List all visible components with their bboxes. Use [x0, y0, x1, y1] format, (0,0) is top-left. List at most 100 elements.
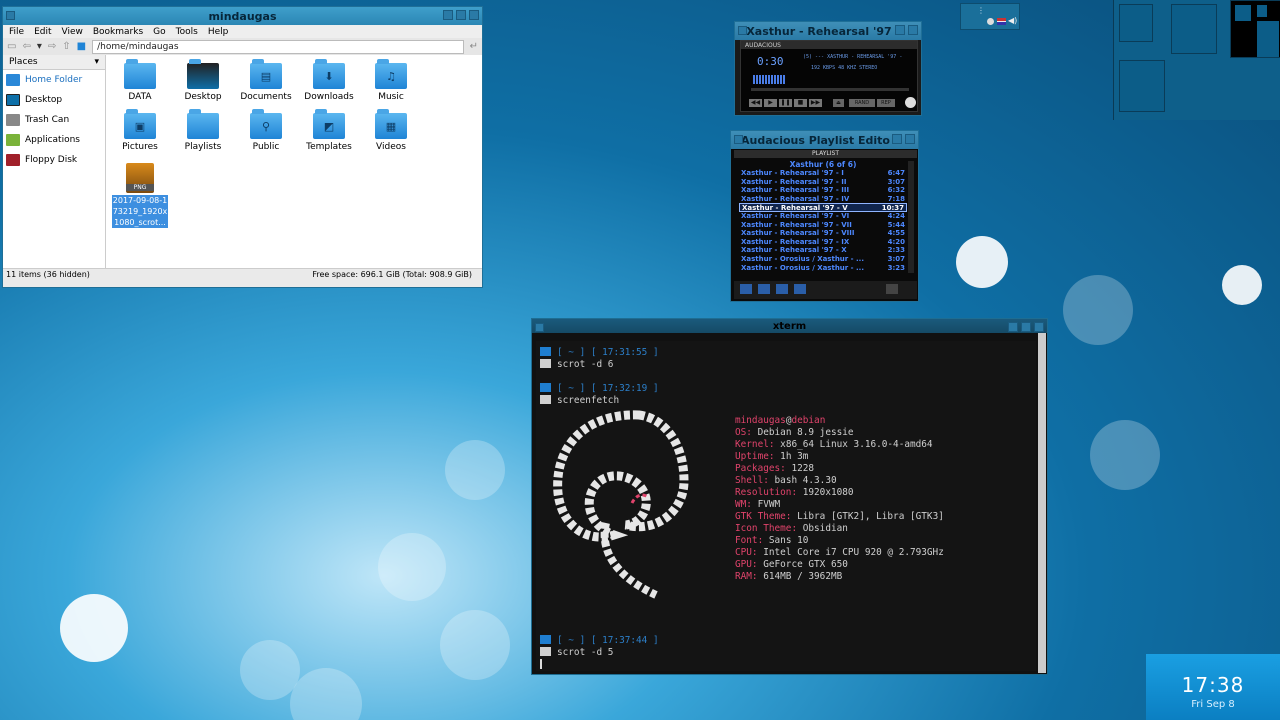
- visualizer[interactable]: [753, 75, 785, 84]
- window-menu-icon[interactable]: [734, 135, 743, 144]
- previous-button[interactable]: ◀◀: [749, 99, 762, 107]
- playlist-row[interactable]: Xasthur - Orosius / Xasthur - ... 3:23: [739, 264, 907, 273]
- minimize-icon[interactable]: [892, 134, 902, 144]
- playlist-row-selected[interactable]: Xasthur - Rehearsal '97 - V 10:37: [739, 203, 907, 212]
- back-icon[interactable]: ⇦: [22, 41, 30, 52]
- playlist-row[interactable]: Xasthur - Rehearsal '97 - III 6:32: [739, 186, 907, 195]
- playlist-row[interactable]: Xasthur - Rehearsal '97 - X 2:33: [739, 246, 907, 255]
- folder-item[interactable]: Desktop: [171, 59, 235, 102]
- audacious-window[interactable]: Xasthur - Rehearsal '97 AUDACIOUS 0:30 (…: [734, 21, 922, 116]
- playlist-window[interactable]: Audacious Playlist Edito PLAYLIST Xasthu…: [730, 130, 919, 302]
- sidebar-item-desktop[interactable]: Desktop: [3, 90, 105, 110]
- menu-bookmarks[interactable]: Bookmarks: [93, 27, 143, 37]
- sidebar-item-applications[interactable]: Applications: [3, 130, 105, 150]
- chevron-down-icon[interactable]: ▾: [94, 57, 99, 67]
- user-name: mindaugas: [735, 415, 786, 426]
- menu-help[interactable]: Help: [208, 27, 229, 37]
- minimize-icon[interactable]: [895, 25, 905, 35]
- forward-icon[interactable]: ⇨: [48, 41, 56, 52]
- add-button[interactable]: [740, 284, 752, 294]
- shuffle-button[interactable]: RAND: [849, 99, 875, 107]
- sidebar-item-floppy[interactable]: Floppy Disk: [3, 150, 105, 170]
- desktop-pager[interactable]: [1113, 0, 1280, 120]
- close-icon[interactable]: [1034, 322, 1044, 332]
- audacious-titlebar[interactable]: Xasthur - Rehearsal '97: [735, 22, 921, 40]
- logo-icon[interactable]: [905, 97, 916, 108]
- home-icon[interactable]: ■: [77, 41, 86, 52]
- playlist-row[interactable]: Xasthur - Rehearsal '97 - IV 7:18: [739, 195, 907, 204]
- list-button[interactable]: [886, 284, 898, 294]
- clock-widget[interactable]: 17:38 Fri Sep 8: [1146, 654, 1280, 720]
- playlist-row[interactable]: Xasthur - Rehearsal '97 - VI 4:24: [739, 212, 907, 221]
- pager-desk-active[interactable]: [1230, 0, 1280, 58]
- misc-button[interactable]: [794, 284, 806, 294]
- menu-edit[interactable]: Edit: [34, 27, 51, 37]
- file-manager-window[interactable]: mindaugas File Edit View Bookmarks Go To…: [2, 6, 483, 288]
- minimize-icon[interactable]: [1008, 322, 1018, 332]
- folder-item[interactable]: ▦ Videos: [359, 109, 423, 152]
- file-item-selected[interactable]: PNG 2017-09-08-1 73219_1920x 1080_scrot.…: [108, 163, 172, 228]
- maximize-icon[interactable]: [456, 10, 466, 20]
- pager-desk[interactable]: [1119, 4, 1153, 42]
- repeat-button[interactable]: REP: [877, 99, 895, 107]
- tray-grip-icon[interactable]: ⋮: [977, 6, 985, 15]
- maximize-icon[interactable]: [1021, 322, 1031, 332]
- pause-button[interactable]: ❚❚: [779, 99, 792, 107]
- menu-view[interactable]: View: [62, 27, 83, 37]
- playlist-titlebar[interactable]: Audacious Playlist Edito: [731, 131, 918, 149]
- playlist-row[interactable]: Xasthur - Rehearsal '97 - VII 5:44: [739, 221, 907, 230]
- minimize-icon[interactable]: [443, 10, 453, 20]
- tray-status-icon[interactable]: [987, 18, 994, 25]
- close-icon[interactable]: [905, 134, 915, 144]
- seek-bar[interactable]: [751, 88, 909, 91]
- up-icon[interactable]: ⇧: [62, 41, 70, 52]
- remove-button[interactable]: [758, 284, 770, 294]
- terminal-area[interactable]: [ ~ ] [ 17:31:55 ] scrot -d 6 [ ~ ] [ 17…: [536, 341, 1036, 671]
- playlist-row[interactable]: Xasthur - Rehearsal '97 - VIII 4:55: [739, 229, 907, 238]
- folder-item[interactable]: ⬇ Downloads: [297, 59, 361, 102]
- flag-icon[interactable]: [997, 18, 1006, 25]
- folder-item[interactable]: ▤ Documents: [234, 59, 298, 102]
- menu-file[interactable]: File: [9, 27, 24, 37]
- window-menu-icon[interactable]: [738, 26, 747, 35]
- playlist-row[interactable]: Xasthur - Rehearsal '97 - II 3:07: [739, 178, 907, 187]
- select-button[interactable]: [776, 284, 788, 294]
- sidebar-item-trash[interactable]: Trash Can: [3, 110, 105, 130]
- go-icon[interactable]: ↵: [470, 41, 478, 52]
- window-menu-icon[interactable]: [6, 11, 15, 20]
- time-display[interactable]: 0:30: [757, 55, 784, 68]
- folder-item[interactable]: DATA: [108, 59, 172, 102]
- window-menu-icon[interactable]: [535, 323, 544, 332]
- playlist-row[interactable]: Xasthur - Orosius / Xasthur - ... 3:07: [739, 255, 907, 264]
- next-button[interactable]: ▶▶: [809, 99, 822, 107]
- eject-button[interactable]: ⏏: [833, 99, 844, 107]
- stop-button[interactable]: ■: [794, 99, 807, 107]
- folder-item[interactable]: ▣ Pictures: [108, 109, 172, 152]
- folder-item[interactable]: ⚲ Public: [234, 109, 298, 152]
- menu-tools[interactable]: Tools: [176, 27, 198, 37]
- close-icon[interactable]: [469, 10, 479, 20]
- places-header[interactable]: Places ▾: [3, 55, 105, 70]
- pager-desk[interactable]: [1119, 60, 1165, 112]
- playlist-row[interactable]: Xasthur - Rehearsal '97 - IX 4:20: [739, 238, 907, 247]
- terminal-scrollbar[interactable]: [1038, 333, 1046, 673]
- location-bar[interactable]: /home/mindaugas: [92, 39, 464, 54]
- menu-go[interactable]: Go: [153, 27, 165, 37]
- playlist-list[interactable]: Xasthur (6 of 6) Xasthur - Rehearsal '97…: [739, 160, 907, 272]
- pager-desk[interactable]: [1171, 4, 1217, 54]
- folder-item[interactable]: ♫ Music: [359, 59, 423, 102]
- playlist-row[interactable]: Xasthur - Rehearsal '97 - I 6:47: [739, 169, 907, 178]
- close-icon[interactable]: [908, 25, 918, 35]
- file-manager-titlebar[interactable]: mindaugas: [3, 7, 482, 25]
- xterm-titlebar[interactable]: xterm: [532, 319, 1047, 333]
- folder-item[interactable]: ◩ Templates: [297, 109, 361, 152]
- new-window-icon[interactable]: ▭: [7, 41, 16, 52]
- history-dropdown-icon[interactable]: ▾: [37, 41, 42, 52]
- folder-item[interactable]: Playlists: [171, 109, 235, 152]
- file-view[interactable]: DATA Desktop ▤ Documents ⬇ Downloads ♫ Musi…: [106, 55, 482, 268]
- sidebar-item-home[interactable]: Home Folder: [3, 70, 105, 90]
- play-button[interactable]: ▶: [764, 99, 777, 107]
- volume-icon[interactable]: ◀): [1008, 16, 1017, 25]
- xterm-window[interactable]: xterm [ ~ ] [ 17:31:55 ] scrot -d 6 [ ~ …: [531, 318, 1048, 675]
- playlist-scrollbar[interactable]: [908, 161, 914, 273]
